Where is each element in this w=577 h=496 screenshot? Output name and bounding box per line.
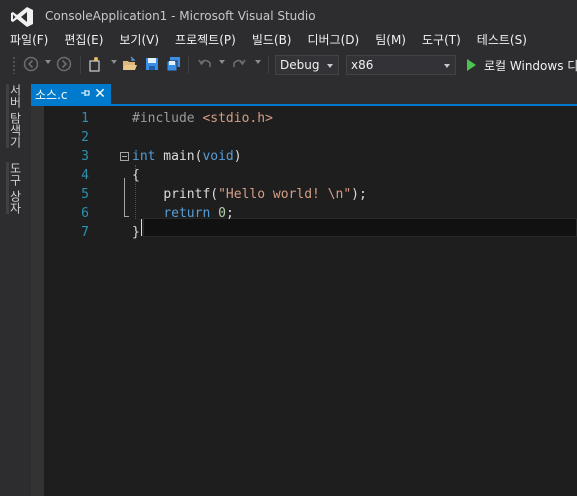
code-text: } — [132, 223, 140, 242]
code-token: main( — [155, 149, 203, 164]
code-line[interactable]: 5 printf("Hello world! \n"); — [31, 185, 577, 204]
menu-edit[interactable]: 편집(E) — [54, 32, 109, 52]
left-tool-strip: 서버 탐색기 도구 상자 — [0, 82, 28, 496]
code-token: ) — [233, 149, 242, 164]
toolbar-separator — [268, 56, 269, 74]
menu-project[interactable]: 프로젝트(P) — [165, 32, 242, 52]
line-number: 6 — [81, 206, 89, 221]
toolbar-separator — [80, 56, 81, 74]
code-token: "Hello world! \n" — [218, 187, 352, 202]
collapse-toggle-icon[interactable] — [120, 152, 129, 161]
code-text: int main(void) — [132, 147, 242, 166]
line-number: 4 — [81, 168, 89, 183]
line-number: 3 — [81, 149, 89, 164]
code-token: return — [163, 206, 211, 221]
close-tab-icon[interactable]: ✕ — [93, 86, 107, 102]
code-line[interactable]: 6 return 0; — [31, 204, 577, 223]
menu-build[interactable]: 빌드(B) — [242, 32, 298, 52]
code-text: #include <stdio.h> — [132, 109, 273, 128]
code-text: printf("Hello world! \n"); — [132, 185, 367, 204]
code-line[interactable]: 3 int main(void) — [31, 147, 577, 166]
platform-select[interactable]: x86 — [346, 55, 456, 75]
code-text: return 0; — [132, 204, 234, 223]
code-text: { — [132, 166, 140, 185]
toolbar-separator — [188, 56, 189, 74]
code-line[interactable]: 4{ — [31, 166, 577, 185]
menu-bar: 파일(F) 편집(E) 보기(V) 프로젝트(P) 빌드(B) 디버그(D) 팀… — [0, 32, 577, 52]
redo-dropdown-icon[interactable] — [255, 60, 261, 64]
code-token: #include — [132, 111, 203, 126]
menu-debug[interactable]: 디버그(D) — [298, 32, 366, 52]
open-file-icon[interactable] — [121, 55, 139, 73]
code-line[interactable]: 2 — [31, 128, 577, 147]
code-line[interactable]: 1 #include <stdio.h> — [31, 109, 577, 128]
forward-icon[interactable] — [55, 55, 73, 73]
chevron-down-icon — [444, 64, 450, 68]
menu-team[interactable]: 팀(M) — [365, 32, 412, 52]
visual-studio-logo-icon — [11, 7, 33, 27]
toolbox-tab[interactable]: 도구 상자 — [6, 162, 24, 214]
code-token: 0 — [218, 206, 226, 221]
new-project-icon[interactable] — [86, 55, 104, 73]
platform-value: x86 — [351, 58, 374, 72]
standard-toolbar: Debug x86 로컬 Windows 디 — [0, 52, 577, 78]
code-token: int — [132, 149, 156, 164]
menu-file[interactable]: 파일(F) — [0, 32, 54, 52]
document-tab-source-c[interactable]: 소스.c ✕ — [31, 84, 111, 104]
undo-dropdown-icon[interactable] — [219, 60, 225, 64]
solution-config-select[interactable]: Debug — [275, 55, 339, 75]
back-dropdown-icon[interactable] — [45, 60, 51, 64]
code-token: printf( — [163, 187, 219, 202]
pin-icon[interactable] — [79, 87, 91, 101]
undo-icon[interactable] — [196, 55, 214, 73]
save-all-icon[interactable] — [165, 55, 183, 73]
code-token: } — [132, 225, 140, 240]
new-project-dropdown-icon[interactable] — [111, 60, 117, 64]
code-token: ); — [351, 187, 367, 202]
solution-config-value: Debug — [280, 58, 320, 72]
code-token: ; — [225, 206, 234, 221]
line-number: 1 — [81, 111, 89, 126]
toolbar-grip[interactable] — [12, 56, 16, 74]
code-token: void — [202, 149, 234, 164]
chevron-down-icon — [327, 64, 333, 68]
code-token: <stdio.h> — [202, 111, 273, 126]
back-icon[interactable] — [22, 55, 40, 73]
server-explorer-tab[interactable]: 서버 탐색기 — [6, 84, 24, 148]
menu-tools[interactable]: 도구(T) — [412, 32, 467, 52]
line-number: 7 — [81, 225, 89, 240]
document-tab-label: 소스.c — [35, 87, 68, 102]
code-editor[interactable]: 1 #include <stdio.h> 2 3 int main(void) 4{5 p… — [31, 106, 577, 496]
redo-icon[interactable] — [230, 55, 248, 73]
line-number: 2 — [81, 130, 89, 145]
menu-test[interactable]: 테스트(S) — [467, 32, 533, 52]
start-debugging-button[interactable]: 로컬 Windows 디 — [462, 55, 577, 75]
text-caret — [141, 219, 142, 236]
code-line[interactable]: 7} — [31, 223, 577, 242]
title-bar: ConsoleApplication1 - Microsoft Visual S… — [0, 0, 577, 32]
code-token: { — [132, 168, 140, 183]
start-debugging-label: 로컬 Windows 디 — [484, 58, 577, 73]
save-icon[interactable] — [143, 55, 161, 73]
line-number: 5 — [81, 187, 89, 202]
window-title: ConsoleApplication1 - Microsoft Visual S… — [45, 9, 316, 23]
document-well: 소스.c ✕ 1 #include <stdio.h> 2 3 int main(voi… — [31, 84, 577, 496]
start-icon — [467, 59, 476, 71]
menu-view[interactable]: 보기(V) — [109, 32, 165, 52]
